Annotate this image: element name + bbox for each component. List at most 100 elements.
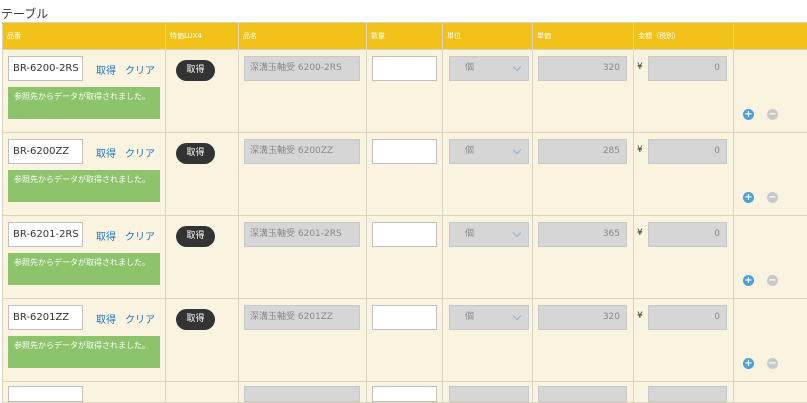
code-input[interactable] [8, 386, 83, 402]
cell-price [533, 382, 634, 403]
code-input[interactable]: BR-6200-2RS [8, 56, 83, 81]
cell-unit: 個 [443, 216, 533, 299]
unit-select[interactable] [449, 386, 529, 402]
success-note: 参照先からデータが取得されました。 [8, 170, 160, 202]
product-table: 品番 特価LUX4 品名 数量 単位 単価 金額（税別） BR-6200-2RS… [2, 22, 807, 403]
quantity-input[interactable] [372, 139, 437, 164]
unit-price-field: 285 [538, 139, 627, 164]
cell-amount: ¥ 0 [634, 216, 734, 299]
clear-link[interactable]: クリア [125, 311, 155, 326]
remove-row-icon[interactable]: − [767, 109, 778, 120]
cell-unit [443, 382, 533, 403]
unit-select-value: 個 [465, 146, 474, 156]
header-amount: 金額（税別） [634, 23, 734, 50]
cell-price: 320 [533, 299, 634, 382]
unit-price-field: 320 [538, 56, 627, 81]
product-name-field: 深溝玉軸受 6201ZZ [244, 305, 360, 330]
cell-unit: 個 [443, 299, 533, 382]
remove-row-icon[interactable]: − [767, 358, 778, 369]
chevron-down-icon [513, 229, 521, 237]
get-link[interactable]: 取得 [96, 311, 116, 326]
code-input[interactable]: BR-6200ZZ [8, 139, 83, 164]
unit-select[interactable]: 個 [449, 305, 529, 330]
clear-link[interactable]: クリア [125, 228, 155, 243]
header-actions [734, 23, 807, 50]
cell-amount: ¥ 0 [634, 133, 734, 216]
cell-code [3, 382, 166, 403]
quantity-input[interactable] [372, 386, 437, 402]
cell-actions: + − [734, 299, 807, 382]
cell-name: 深溝玉軸受 6200-2RS [239, 50, 367, 133]
quantity-input[interactable] [372, 305, 437, 330]
clear-link[interactable]: クリア [125, 62, 155, 77]
add-row-icon[interactable]: + [743, 358, 754, 369]
get-button[interactable]: 取得 [176, 60, 215, 81]
chevron-down-icon [513, 146, 521, 154]
cell-code: BR-6201ZZ 取得 クリア 参照先からデータが取得されました。 [3, 299, 166, 382]
cell-lux: 取得 [166, 133, 239, 216]
unit-select[interactable]: 個 [449, 56, 529, 81]
yen-symbol: ¥ [637, 228, 643, 238]
cell-qty [367, 50, 443, 133]
cell-qty [367, 133, 443, 216]
get-link[interactable]: 取得 [96, 145, 116, 160]
cell-lux: 取得 [166, 50, 239, 133]
table-row: BR-6200ZZ 取得 クリア 参照先からデータが取得されました。 取得 深溝… [3, 133, 807, 216]
amount-field [648, 386, 727, 402]
code-input[interactable]: BR-6201ZZ [8, 305, 83, 330]
table-header-row: 品番 特価LUX4 品名 数量 単位 単価 金額（税別） [3, 23, 807, 50]
chevron-down-icon [513, 63, 521, 71]
header-name: 品名 [239, 23, 367, 50]
remove-row-icon[interactable]: − [767, 275, 778, 286]
table-row: BR-6200-2RS 取得 クリア 参照先からデータが取得されました。 取得 … [3, 50, 807, 133]
cell-name [239, 382, 367, 403]
amount-field: 0 [648, 56, 727, 81]
unit-price-field [538, 386, 627, 402]
cell-unit: 個 [443, 50, 533, 133]
cell-lux [166, 382, 239, 403]
cell-qty [367, 382, 443, 403]
product-name-field: 深溝玉軸受 6201-2RS [244, 222, 360, 247]
unit-select-value: 個 [465, 312, 474, 322]
add-row-icon[interactable]: + [743, 275, 754, 286]
cell-code: BR-6201-2RS 取得 クリア 参照先からデータが取得されました。 [3, 216, 166, 299]
cell-name: 深溝玉軸受 6201-2RS [239, 216, 367, 299]
cell-price: 365 [533, 216, 634, 299]
get-link[interactable]: 取得 [96, 228, 116, 243]
remove-row-icon[interactable]: − [767, 192, 778, 203]
unit-select-value: 個 [465, 63, 474, 73]
cell-lux: 取得 [166, 299, 239, 382]
code-input[interactable]: BR-6201-2RS [8, 222, 83, 247]
add-row-icon[interactable]: + [743, 109, 754, 120]
cell-name: 深溝玉軸受 6200ZZ [239, 133, 367, 216]
cell-actions [734, 382, 807, 403]
success-note: 参照先からデータが取得されました。 [8, 336, 160, 368]
cell-lux: 取得 [166, 216, 239, 299]
unit-price-field: 365 [538, 222, 627, 247]
cell-actions: + − [734, 133, 807, 216]
table-row: BR-6201ZZ 取得 クリア 参照先からデータが取得されました。 取得 深溝… [3, 299, 807, 382]
get-button[interactable]: 取得 [176, 143, 215, 164]
cell-qty [367, 299, 443, 382]
unit-select[interactable]: 個 [449, 139, 529, 164]
cell-amount [634, 382, 734, 403]
cell-actions: + − [734, 50, 807, 133]
unit-price-field: 320 [538, 305, 627, 330]
cell-code: BR-6200-2RS 取得 クリア 参照先からデータが取得されました。 [3, 50, 166, 133]
yen-symbol: ¥ [637, 62, 643, 72]
amount-field: 0 [648, 222, 727, 247]
get-button[interactable]: 取得 [176, 226, 215, 247]
yen-symbol: ¥ [637, 311, 643, 321]
header-lux: 特価LUX4 [166, 23, 239, 50]
get-link[interactable]: 取得 [96, 62, 116, 77]
quantity-input[interactable] [372, 222, 437, 247]
clear-link[interactable]: クリア [125, 145, 155, 160]
product-name-field: 深溝玉軸受 6200-2RS [244, 56, 360, 81]
amount-field: 0 [648, 139, 727, 164]
get-button[interactable]: 取得 [176, 309, 215, 330]
add-row-icon[interactable]: + [743, 192, 754, 203]
cell-price: 320 [533, 50, 634, 133]
cell-unit: 個 [443, 133, 533, 216]
quantity-input[interactable] [372, 56, 437, 81]
unit-select[interactable]: 個 [449, 222, 529, 247]
